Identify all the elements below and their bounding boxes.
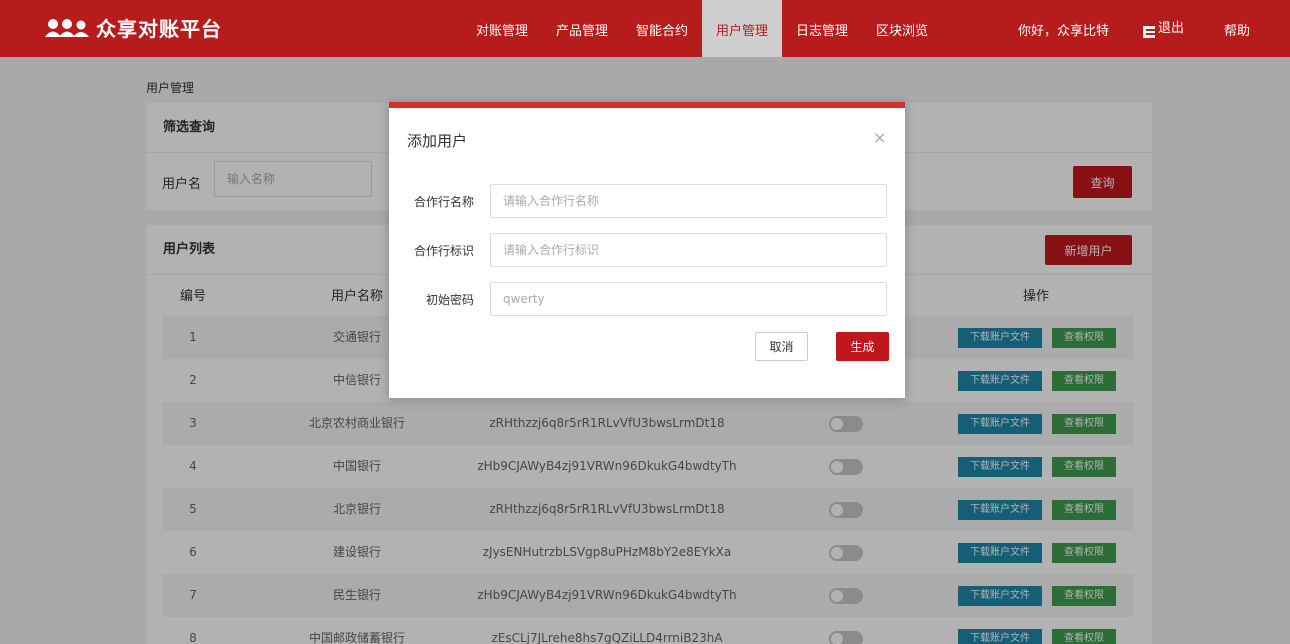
help-link[interactable]: 帮助 [1224,0,1250,57]
partner-id-input[interactable] [490,233,887,267]
top-navbar: 众享对账平台 对账管理 产品管理 智能合约 用户管理 日志管理 区块浏览 你好，… [0,0,1290,57]
partner-id-label: 合作行标识 [413,244,474,258]
nav-smart-contract[interactable]: 智能合约 [636,0,688,57]
nav-user-management[interactable]: 用户管理 [702,0,782,57]
nav-product[interactable]: 产品管理 [556,0,608,57]
nav-logs[interactable]: 日志管理 [796,0,848,57]
initial-password-label: 初始密码 [425,293,474,307]
dialog-title: 添加用户 [407,132,468,150]
partner-name-label: 合作行名称 [413,195,474,209]
logout-icon [1143,25,1155,38]
nav-reconciliation[interactable]: 对账管理 [476,0,528,57]
app-logo[interactable]: 众享对账平台 [44,12,222,42]
users-logo-icon [45,19,89,37]
user-greeting: 你好，众享比特 [1018,24,1110,39]
nav-block-browser[interactable]: 区块浏览 [876,0,928,57]
cancel-button[interactable]: 取消 [755,332,808,361]
add-user-dialog: 添加用户 × 合作行名称 合作行标识 初始密码 取消 生成 [389,102,905,398]
partner-name-input[interactable] [490,184,887,218]
logout-button[interactable]: 退出 [1143,0,1184,57]
initial-password-input[interactable] [490,282,887,316]
logout-label: 退出 [1158,21,1185,36]
app-title: 众享对账平台 [96,16,222,41]
generate-button[interactable]: 生成 [836,332,889,361]
close-icon[interactable]: × [873,128,886,147]
